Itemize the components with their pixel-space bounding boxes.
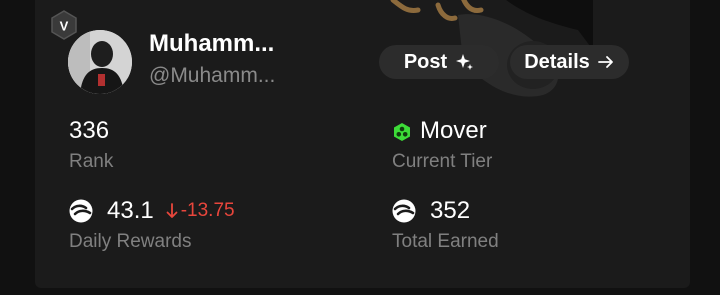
details-button-label: Details bbox=[524, 50, 590, 73]
total-earned-label: Total Earned bbox=[392, 231, 499, 252]
arrow-down-icon bbox=[166, 203, 178, 218]
post-button[interactable]: Post bbox=[379, 45, 499, 79]
verified-badge-icon: V bbox=[49, 9, 79, 41]
token-coin-icon bbox=[392, 199, 416, 223]
profile-handle: @Muhamm... bbox=[149, 64, 276, 87]
profile-card: V Muhamm... @Muhamm... Post Details 336 … bbox=[35, 0, 690, 288]
rank-value: 336 bbox=[69, 117, 109, 145]
verified-badge-letter: V bbox=[60, 19, 69, 34]
rank-number: 336 bbox=[69, 117, 110, 144]
avatar[interactable] bbox=[68, 30, 132, 94]
total-earned-value: 352 bbox=[392, 197, 470, 225]
daily-rewards-label: Daily Rewards bbox=[69, 231, 192, 252]
tier-name: Mover bbox=[420, 117, 487, 144]
arrow-right-icon bbox=[597, 56, 613, 68]
tier-value: Mover bbox=[392, 117, 487, 145]
daily-rewards-change-value: -13.75 bbox=[180, 200, 235, 221]
daily-rewards-change: -13.75 bbox=[166, 200, 235, 222]
total-earned-number: 352 bbox=[430, 197, 471, 224]
tier-label: Current Tier bbox=[392, 151, 493, 172]
profile-name: Muhamm... bbox=[149, 30, 275, 57]
sparkle-icon bbox=[456, 54, 474, 70]
post-button-label: Post bbox=[403, 50, 448, 73]
rank-label: Rank bbox=[69, 151, 114, 172]
mover-tier-icon bbox=[392, 121, 412, 141]
daily-rewards-value: 43.1 -13.75 bbox=[69, 197, 235, 225]
token-coin-icon bbox=[69, 199, 93, 223]
daily-rewards-number: 43.1 bbox=[107, 197, 154, 224]
details-button[interactable]: Details bbox=[510, 45, 629, 79]
